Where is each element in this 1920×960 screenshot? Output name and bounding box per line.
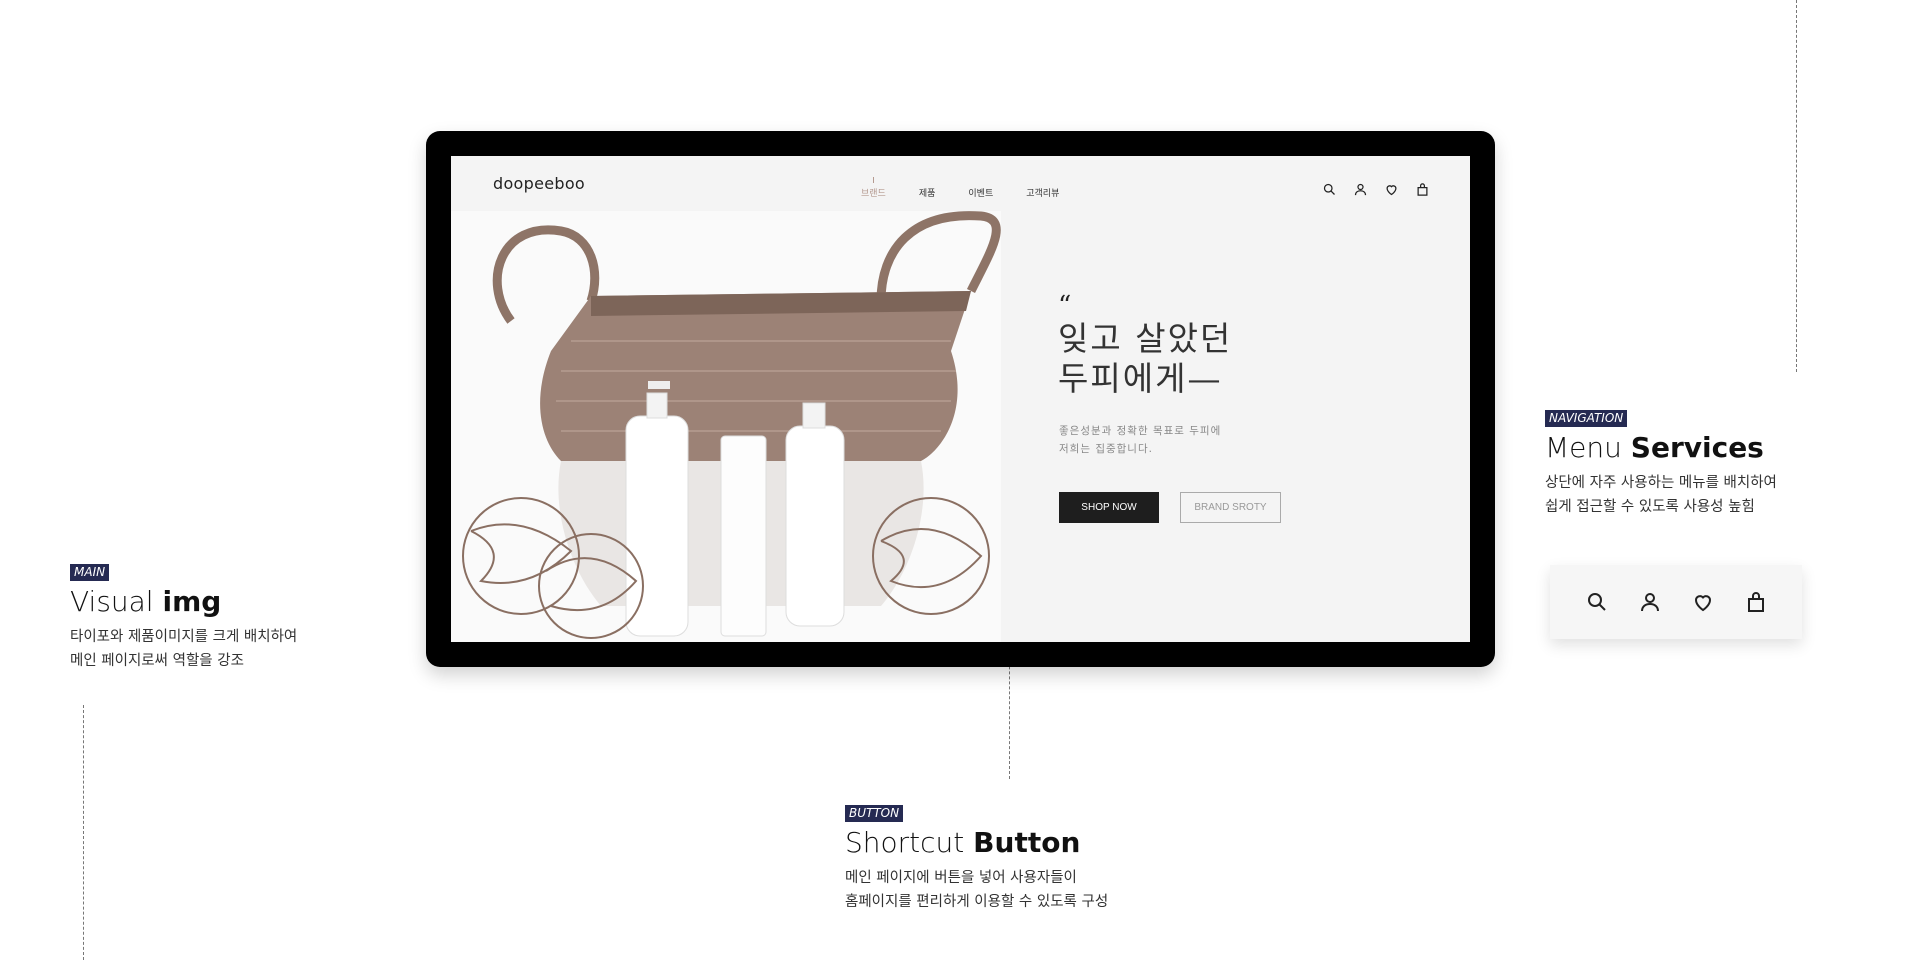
navigation-tag: NAVIGATION (1545, 410, 1628, 427)
main-nav: 브랜드 제품 이벤트 고객리뷰 (861, 177, 1092, 199)
brand-story-button[interactable]: BRAND SROTY (1180, 492, 1281, 523)
button-tag: BUTTON (845, 805, 904, 822)
main-annotation: MAIN Visual img 타이포와 제품이미지를 크게 배치하여 메인 페… (70, 561, 370, 673)
nav-item-events[interactable]: 이벤트 (968, 186, 993, 199)
shop-now-button[interactable]: SHOP NOW (1059, 492, 1159, 523)
button-annotation-title: Shortcut Button (845, 826, 1081, 859)
button-annotation: BUTTON Shortcut Button 메인 페이지에 버튼을 넣어 사용… (845, 802, 1205, 914)
hero-product-image (451, 211, 1001, 642)
bag-icon[interactable] (1415, 182, 1430, 197)
nav-item-products[interactable]: 제품 (919, 186, 936, 199)
monitor-frame: doopeeboo 브랜드 제품 이벤트 고객리뷰 “ 잊고 살았던 두피에게—… (426, 131, 1495, 667)
button-annotation-desc: 메인 페이지에 버튼을 넣어 사용자들이 홈페이지를 편리하게 이용할 수 있도… (845, 870, 1109, 910)
heart-icon[interactable] (1691, 590, 1715, 614)
hero-title: 잊고 살았던 두피에게— (1058, 319, 1233, 398)
search-icon[interactable] (1585, 590, 1609, 614)
guide-line-left (83, 705, 84, 960)
hero-quote-mark: “ (1058, 291, 1072, 321)
user-icon[interactable] (1353, 182, 1368, 197)
main-tag: MAIN (70, 564, 110, 581)
navigation-annotation-title: Menu Services (1545, 431, 1764, 464)
utility-icons (1322, 182, 1430, 197)
guide-line-top-right (1796, 0, 1797, 372)
hero-subtitle: 좋은성분과 정확한 목표로 두피에 저희는 집중합니다. (1059, 425, 1222, 455)
navigation-annotation: NAVIGATION Menu Services 상단에 자주 사용하는 메뉴를… (1545, 407, 1875, 519)
heart-icon[interactable] (1384, 182, 1399, 197)
search-icon[interactable] (1322, 182, 1337, 197)
navigation-icon-card (1550, 565, 1802, 639)
nav-item-reviews[interactable]: 고객리뷰 (1026, 186, 1059, 199)
site-logo[interactable]: doopeeboo (493, 174, 585, 193)
bag-icon[interactable] (1744, 590, 1768, 614)
navigation-annotation-desc: 상단에 자주 사용하는 메뉴를 배치하여 쉽게 접근할 수 있도록 사용성 높힘 (1545, 475, 1777, 515)
user-icon[interactable] (1638, 590, 1662, 614)
main-annotation-desc: 타이포와 제품이미지를 크게 배치하여 메인 페이지로써 역할을 강조 (70, 629, 298, 669)
nav-item-brand[interactable]: 브랜드 (861, 177, 886, 199)
main-annotation-title: Visual img (70, 585, 222, 618)
website-screen: doopeeboo 브랜드 제품 이벤트 고객리뷰 “ 잊고 살았던 두피에게—… (451, 156, 1470, 642)
